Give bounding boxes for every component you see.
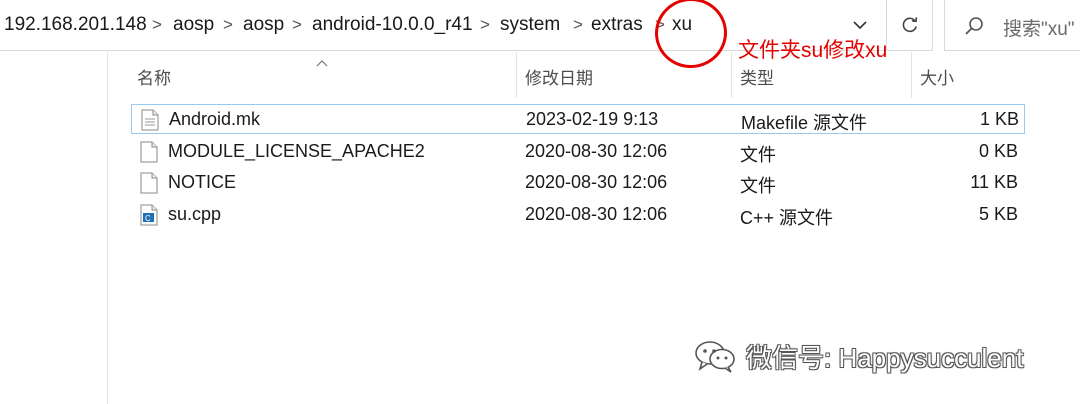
wechat-icon	[695, 341, 735, 373]
file-name: su.cpp	[168, 204, 222, 224]
annotation-note: 文件夹su修改xu	[738, 39, 888, 62]
breadcrumb-extras[interactable]: extras	[591, 14, 643, 36]
file-name: MODULE_LICENSE_APACHE2	[168, 141, 425, 161]
breadcrumb-separator-icon[interactable]: >	[223, 15, 233, 35]
column-divider[interactable]	[911, 52, 912, 98]
blank-file-icon	[140, 172, 158, 194]
cpp-file-icon: C	[140, 204, 158, 226]
file-date: 2020-08-30 12:06	[525, 204, 668, 224]
file-row[interactable]: C su.cpp 2020-08-30 12:06 C++ 源文件 5 KB	[131, 200, 1025, 230]
breadcrumb-separator-icon[interactable]: >	[480, 15, 490, 35]
breadcrumb-android[interactable]: android-10.0.0_r41	[312, 14, 473, 36]
breadcrumb-aosp[interactable]: aosp	[243, 14, 284, 36]
file-size: 0 KB	[978, 141, 1018, 161]
sort-up-icon	[316, 54, 328, 72]
file-type: 文件	[740, 145, 776, 165]
breadcrumb-aosp[interactable]: aosp	[173, 14, 214, 36]
file-size: 5 KB	[978, 204, 1018, 224]
refresh-icon[interactable]	[886, 0, 933, 50]
file-size: 11 KB	[970, 172, 1018, 192]
breadcrumb-separator-icon[interactable]: >	[152, 15, 162, 35]
file-name: NOTICE	[168, 172, 237, 192]
file-date: 2020-08-30 12:06	[525, 141, 668, 161]
svg-text:C: C	[145, 214, 151, 223]
makefile-file-icon	[141, 109, 159, 131]
file-type: 文件	[740, 176, 776, 196]
file-row[interactable]: Android.mk 2023-02-19 9:13 Makefile 源文件 …	[131, 104, 1025, 134]
file-type: Makefile 源文件	[741, 113, 868, 133]
column-divider[interactable]	[516, 52, 517, 98]
column-header-date[interactable]: 修改日期	[525, 64, 593, 89]
column-header-name[interactable]: 名称	[137, 64, 171, 89]
column-header-size[interactable]: 大小	[920, 64, 954, 89]
watermark-text: 微信号: Happysucculent	[746, 342, 1024, 373]
search-input[interactable]: 搜索"xu"	[1003, 14, 1075, 41]
file-type: C++ 源文件	[740, 208, 834, 228]
watermark: 微信号: Happysucculent	[694, 336, 1023, 376]
annotation-circle	[650, 0, 732, 73]
breadcrumb-system[interactable]: system	[500, 14, 560, 36]
file-date: 2023-02-19 9:13	[526, 109, 659, 129]
blank-file-icon	[140, 141, 158, 163]
search-box[interactable]: 搜索"xu"	[944, 0, 1080, 51]
column-header-type[interactable]: 类型	[740, 64, 774, 89]
breadcrumb-host[interactable]: 192.168.201.148	[4, 14, 147, 36]
file-row[interactable]: NOTICE 2020-08-30 12:06 文件 11 KB	[131, 168, 1025, 198]
search-icon	[965, 17, 983, 35]
file-name: Android.mk	[169, 109, 261, 129]
breadcrumb-separator-icon[interactable]: >	[573, 15, 583, 35]
file-size: 1 KB	[979, 109, 1019, 129]
column-divider[interactable]	[731, 52, 732, 98]
navigation-pane-divider	[107, 50, 108, 404]
breadcrumb-separator-icon[interactable]: >	[292, 15, 302, 35]
file-date: 2020-08-30 12:06	[525, 172, 668, 192]
file-row[interactable]: MODULE_LICENSE_APACHE2 2020-08-30 12:06 …	[131, 137, 1025, 167]
